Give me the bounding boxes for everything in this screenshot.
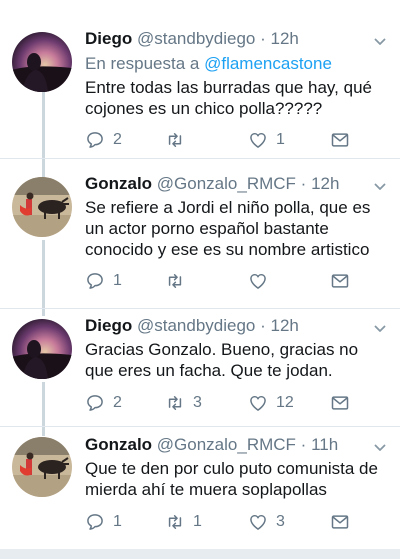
tweet[interactable]: Diego @standbydiego · 12h En respuesta a… bbox=[0, 0, 400, 159]
tweet-actions: 2 1 bbox=[85, 129, 375, 151]
like-button[interactable]: 12 bbox=[248, 392, 294, 414]
retweet-icon bbox=[165, 130, 185, 150]
display-name[interactable]: Gonzalo bbox=[85, 174, 152, 193]
diego-avatar-image bbox=[12, 32, 72, 92]
timestamp[interactable]: 12h bbox=[271, 316, 299, 335]
retweet-button[interactable]: 3 bbox=[165, 392, 202, 414]
reply-button[interactable]: 2 bbox=[85, 129, 122, 151]
timestamp[interactable]: 12h bbox=[311, 174, 339, 193]
reply-button[interactable]: 1 bbox=[85, 270, 122, 292]
timestamp[interactable]: 11h bbox=[311, 435, 338, 454]
bottom-divider bbox=[0, 549, 400, 559]
tweet[interactable]: Gonzalo @Gonzalo_RMCF · 11h Que te den p… bbox=[0, 427, 400, 549]
retweet-button[interactable] bbox=[165, 270, 193, 292]
reply-count: 1 bbox=[113, 513, 122, 530]
avatar[interactable] bbox=[12, 177, 72, 237]
retweet-button[interactable]: 1 bbox=[165, 511, 202, 533]
separator-dot: · bbox=[300, 174, 307, 193]
reply-count: 1 bbox=[113, 272, 122, 289]
reply-to-link[interactable]: @flamencastone bbox=[204, 54, 332, 73]
retweet-icon bbox=[165, 271, 185, 291]
retweet-count: 1 bbox=[193, 513, 202, 530]
tweet-header: Diego @standbydiego · 12h bbox=[85, 316, 299, 336]
reply-icon bbox=[85, 271, 105, 291]
heart-icon bbox=[248, 130, 268, 150]
tweet-text: Entre todas las burradas que hay, qué co… bbox=[85, 78, 372, 118]
mail-icon bbox=[330, 130, 350, 150]
display-name[interactable]: Diego bbox=[85, 316, 132, 335]
reply-context: En respuesta a @flamencastone bbox=[85, 54, 332, 74]
like-button[interactable] bbox=[248, 270, 276, 292]
heart-icon bbox=[248, 393, 268, 413]
tweet[interactable]: Gonzalo @Gonzalo_RMCF · 12h Se refiere a… bbox=[0, 159, 400, 309]
reply-button[interactable]: 1 bbox=[85, 511, 122, 533]
reply-prefix: En respuesta a bbox=[85, 54, 200, 73]
avatar[interactable] bbox=[12, 437, 72, 497]
like-count: 3 bbox=[276, 513, 285, 530]
separator-dot: · bbox=[260, 316, 266, 335]
reply-count: 2 bbox=[113, 131, 122, 148]
mail-icon bbox=[330, 393, 350, 413]
tweet-actions: 1 1 3 bbox=[85, 511, 375, 533]
tweet-text: Se refiere a Jordi el niño polla, que es… bbox=[85, 198, 371, 259]
tweet-header: Gonzalo @Gonzalo_RMCF · 12h bbox=[85, 174, 339, 194]
timestamp[interactable]: 12h bbox=[271, 29, 299, 48]
like-button[interactable]: 3 bbox=[248, 511, 285, 533]
share-button[interactable] bbox=[330, 392, 350, 414]
chevron-down-icon[interactable] bbox=[373, 180, 387, 194]
retweet-icon bbox=[165, 393, 185, 413]
display-name[interactable]: Gonzalo bbox=[85, 435, 152, 454]
avatar[interactable] bbox=[12, 32, 72, 92]
reply-icon bbox=[85, 130, 105, 150]
retweet-icon bbox=[165, 512, 185, 532]
chevron-down-icon[interactable] bbox=[373, 35, 387, 49]
chevron-down-icon[interactable] bbox=[373, 441, 387, 455]
tweet-actions: 1 bbox=[85, 270, 375, 292]
tweet-header: Diego @standbydiego · 12h bbox=[85, 29, 299, 49]
retweet-button[interactable] bbox=[165, 129, 193, 151]
heart-icon bbox=[248, 271, 268, 291]
reply-count: 2 bbox=[113, 394, 122, 411]
tweet-header: Gonzalo @Gonzalo_RMCF · 11h bbox=[85, 435, 338, 455]
gonzalo-avatar-image bbox=[12, 437, 72, 497]
share-button[interactable] bbox=[330, 511, 350, 533]
tweet-text: Gracias Gonzalo. Bueno, gracias no que e… bbox=[85, 340, 359, 380]
separator-dot: · bbox=[260, 29, 266, 48]
diego-avatar-image bbox=[12, 319, 72, 379]
like-button[interactable]: 1 bbox=[248, 129, 285, 151]
reply-icon bbox=[85, 512, 105, 532]
heart-icon bbox=[248, 512, 268, 532]
share-button[interactable] bbox=[330, 270, 350, 292]
separator-dot: · bbox=[300, 435, 307, 454]
mail-icon bbox=[330, 271, 350, 291]
user-handle[interactable]: @Gonzalo_RMCF bbox=[157, 174, 296, 193]
mail-icon bbox=[330, 512, 350, 532]
display-name[interactable]: Diego bbox=[85, 29, 132, 48]
avatar[interactable] bbox=[12, 319, 72, 379]
retweet-count: 3 bbox=[193, 394, 202, 411]
user-handle[interactable]: @Gonzalo_RMCF bbox=[157, 435, 296, 454]
like-count: 12 bbox=[276, 394, 294, 411]
user-handle[interactable]: @standbydiego bbox=[137, 29, 255, 48]
chevron-down-icon[interactable] bbox=[373, 322, 387, 336]
tweet-text: Que te den por culo puto comunista de mi… bbox=[85, 459, 378, 499]
share-button[interactable] bbox=[330, 129, 350, 151]
reply-button[interactable]: 2 bbox=[85, 392, 122, 414]
tweet[interactable]: Diego @standbydiego · 12h Gracias Gonzal… bbox=[0, 309, 400, 427]
reply-icon bbox=[85, 393, 105, 413]
gonzalo-avatar-image bbox=[12, 177, 72, 237]
tweet-actions: 2 3 12 bbox=[85, 392, 375, 414]
user-handle[interactable]: @standbydiego bbox=[137, 316, 255, 335]
like-count: 1 bbox=[276, 131, 285, 148]
